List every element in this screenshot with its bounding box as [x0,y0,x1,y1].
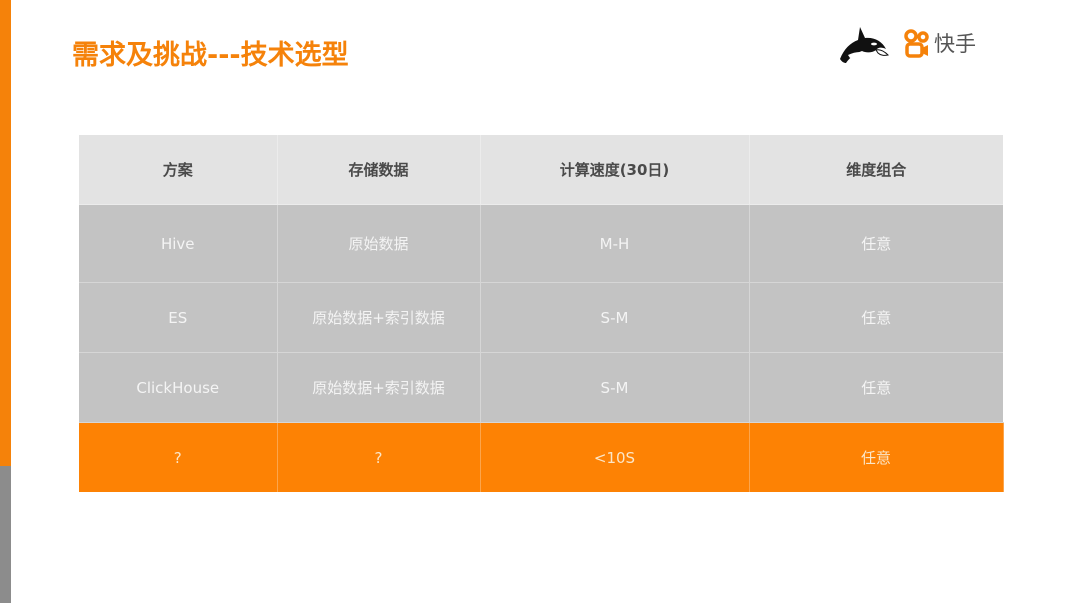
table-header-row: 方案 存储数据 计算速度(30日) 维度组合 [79,135,1003,205]
cell-speed: <10S [480,422,750,492]
cell-storage: 原始数据+索引数据 [277,352,481,423]
orca-icon [840,27,889,63]
table-row: ClickHouse 原始数据+索引数据 S-M 任意 [79,352,1003,423]
brand-name: 快手 [934,32,976,56]
cell-storage: 原始数据 [277,204,481,283]
brand-logos: 快手 [836,22,976,66]
cell-dimensions: 任意 [749,204,1003,283]
slide-title: 需求及挑战---技术选型 [72,40,349,71]
table-row: ES 原始数据+索引数据 S-M 任意 [79,282,1003,353]
cell-scheme: ClickHouse [79,352,278,423]
side-accent-bar-gray [0,466,11,603]
cell-dimensions: 任意 [749,352,1003,423]
table-row: Hive 原始数据 M-H 任意 [79,204,1003,283]
kuaishou-logo-icon [904,29,929,58]
cell-scheme: ? [79,422,278,492]
header-dimensions: 维度组合 [749,135,1003,205]
cell-speed: M-H [480,204,750,283]
cell-scheme: ES [79,282,278,353]
cell-storage: 原始数据+索引数据 [277,282,481,353]
cell-dimensions: 任意 [749,282,1003,353]
header-speed: 计算速度(30日) [480,135,750,205]
cell-speed: S-M [480,352,750,423]
cell-storage: ? [277,422,481,492]
cell-speed: S-M [480,282,750,353]
header-scheme: 方案 [79,135,278,205]
tech-selection-table: 方案 存储数据 计算速度(30日) 维度组合 Hive 原始数据 M-H 任意 … [79,135,1004,492]
cell-dimensions: 任意 [749,422,1004,492]
cell-scheme: Hive [79,204,278,283]
side-accent-bar-orange [0,0,11,466]
table-row-highlighted: ? ? <10S 任意 [79,422,1004,492]
header-storage: 存储数据 [277,135,481,205]
